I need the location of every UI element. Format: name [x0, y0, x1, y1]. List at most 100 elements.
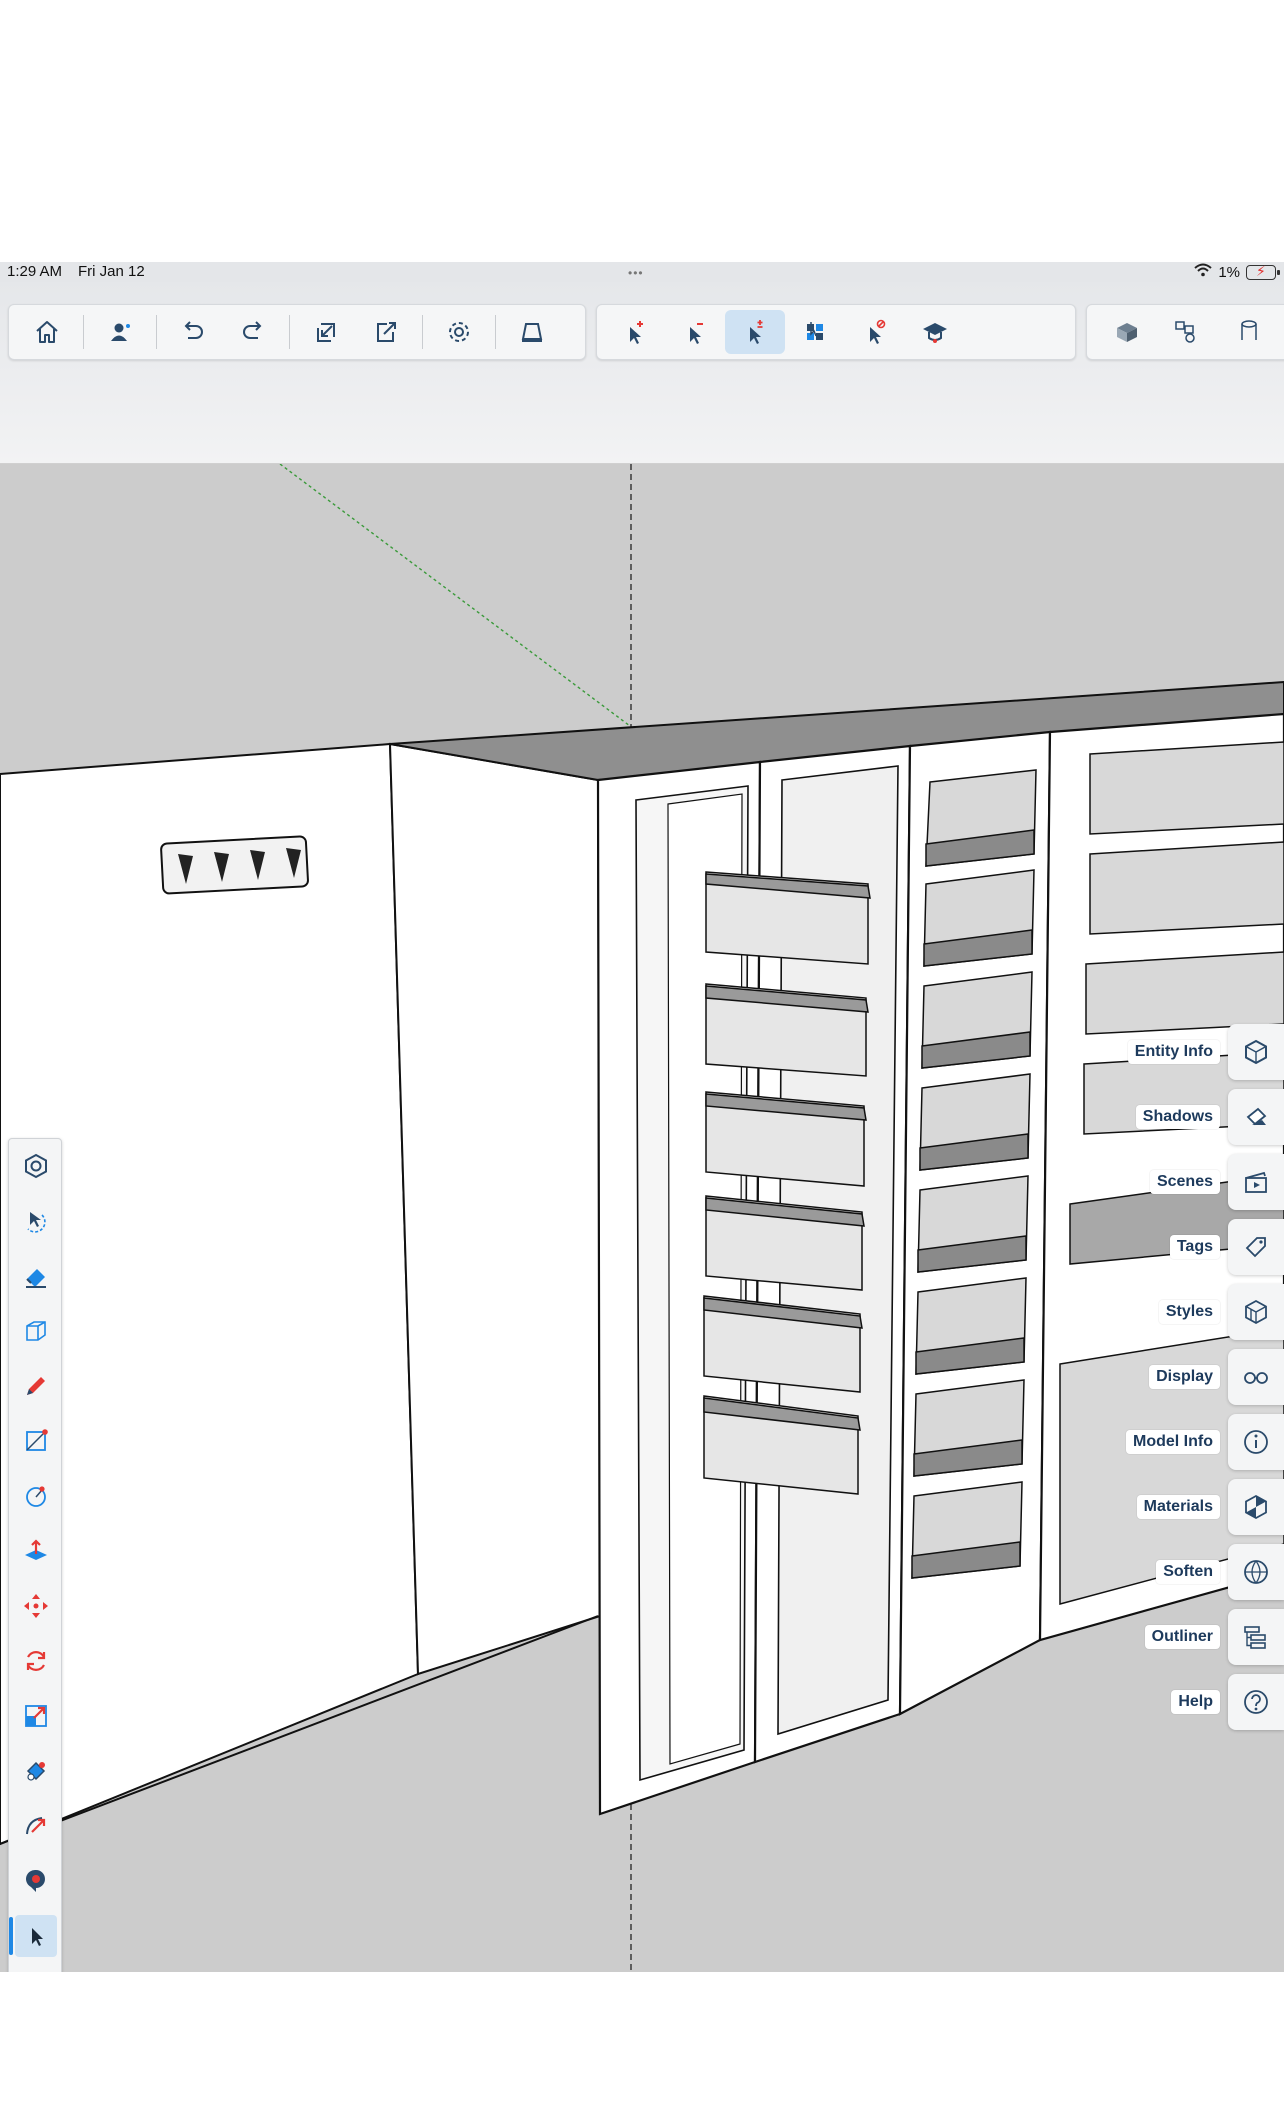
app-window: 1:29 AM Fri Jan 12 ••• 1% ⚡ Entity Info … [0, 262, 1284, 1972]
undo-icon [184, 321, 203, 339]
model-info-icon [1228, 1414, 1284, 1470]
components-button[interactable] [1157, 310, 1217, 354]
soften-icon [1228, 1544, 1284, 1600]
select-all-button[interactable] [785, 310, 845, 354]
ar-button[interactable] [502, 310, 562, 354]
select-toggle-button[interactable] [725, 310, 785, 354]
panel-label: Shadows [1135, 1105, 1220, 1129]
select-none-button[interactable] [845, 310, 905, 354]
panel-materials[interactable]: Materials [1136, 1479, 1284, 1535]
view-toolbar [1086, 304, 1284, 360]
divider [422, 315, 423, 349]
cylinder-button[interactable] [1217, 310, 1277, 354]
select-tool[interactable] [9, 1915, 57, 1957]
home-button[interactable] [17, 310, 77, 354]
scenes-icon [1228, 1154, 1284, 1210]
circle-tool[interactable] [15, 1475, 57, 1517]
panel-soften[interactable]: Soften [1156, 1544, 1284, 1600]
redo-icon [243, 321, 262, 339]
selection-toolbar [596, 304, 1076, 360]
eraser-tool[interactable] [15, 1255, 57, 1297]
panel-scenes[interactable]: Scenes [1149, 1154, 1284, 1210]
select-all-icon [807, 322, 823, 340]
divider [289, 315, 290, 349]
battery-icon: ⚡ [1246, 263, 1280, 280]
follow-me-tool[interactable] [15, 1805, 57, 1847]
panel-label: Soften [1156, 1560, 1220, 1584]
push-pull-icon [25, 1539, 47, 1560]
learn-icon [923, 323, 947, 343]
rectangle-icon [26, 1429, 48, 1451]
panel-label: Help [1171, 1690, 1220, 1714]
help-icon [1228, 1674, 1284, 1730]
divider [83, 315, 84, 349]
tags-icon [1228, 1219, 1284, 1275]
rotate-tool[interactable] [15, 1640, 57, 1682]
status-time: 1:29 AM [7, 263, 63, 280]
orbit-view-tool[interactable] [15, 1145, 57, 1187]
import-icon [317, 323, 335, 342]
box-tool[interactable] [15, 1310, 57, 1352]
circle-icon [26, 1486, 46, 1507]
divider [495, 315, 496, 349]
select-subtract-icon [690, 323, 703, 344]
panel-display[interactable]: Display [1149, 1349, 1284, 1405]
scale-icon [25, 1705, 47, 1727]
panel-styles[interactable]: Styles [1158, 1284, 1284, 1340]
panel-tags[interactable]: Tags [1169, 1219, 1284, 1275]
more-tools-button[interactable]: ··· [15, 1970, 57, 1972]
settings-button[interactable] [429, 310, 489, 354]
select-lasso-icon [27, 1212, 46, 1233]
wifi-icon [1194, 263, 1212, 281]
pencil-tool[interactable] [15, 1365, 57, 1407]
status-right: 1% ⚡ [1194, 263, 1280, 281]
follow-me-icon [26, 1817, 46, 1835]
account-button[interactable] [90, 310, 150, 354]
panel-label: Outliner [1144, 1625, 1220, 1649]
status-date: Fri Jan 12 [78, 263, 145, 280]
panel-label: Styles [1158, 1300, 1220, 1324]
view-box-button[interactable] [1097, 310, 1157, 354]
export-button[interactable] [356, 310, 416, 354]
panel-shadows[interactable]: Shadows [1135, 1089, 1284, 1145]
panel-tray: Entity Info Shadows Scenes Tags Styles D… [1084, 464, 1284, 1972]
redo-button[interactable] [223, 310, 283, 354]
shadows-icon [1228, 1089, 1284, 1145]
rectangle-tool[interactable] [15, 1420, 57, 1462]
import-button[interactable] [296, 310, 356, 354]
learn-button[interactable] [905, 310, 965, 354]
panel-label: Scenes [1149, 1170, 1220, 1194]
panel-help[interactable]: Help [1171, 1674, 1284, 1730]
main-toolbar [8, 304, 586, 360]
multitasking-grabber[interactable]: ••• [628, 266, 644, 280]
view-box-icon [1117, 323, 1137, 342]
ar-icon [521, 323, 543, 342]
panel-outliner[interactable]: Outliner [1144, 1609, 1284, 1665]
select-lasso-tool[interactable] [15, 1200, 57, 1242]
tape-measure-tool[interactable] [15, 1860, 57, 1902]
orbit-view-icon [25, 1153, 47, 1179]
model-viewport[interactable]: ··· Entity Info Shadows Scenes Tags St [0, 464, 1284, 1972]
push-pull-tool[interactable] [15, 1530, 57, 1572]
battery-percent: 1% [1218, 263, 1240, 281]
panel-label: Materials [1136, 1495, 1220, 1519]
select-subtract-button[interactable] [665, 310, 725, 354]
panel-model-info[interactable]: Model Info [1126, 1414, 1284, 1470]
move-icon [24, 1594, 48, 1618]
select-add-button[interactable] [605, 310, 665, 354]
toolbar-area [0, 282, 1284, 464]
scale-tool[interactable] [15, 1695, 57, 1737]
select-toggle-icon [750, 320, 763, 344]
select-none-icon [870, 319, 886, 344]
styles-icon [1228, 1284, 1284, 1340]
paint-bucket-tool[interactable] [15, 1750, 57, 1792]
panel-entity-info[interactable]: Entity Info [1127, 1024, 1284, 1080]
box-solid-icon [26, 1321, 46, 1341]
materials-icon [1228, 1479, 1284, 1535]
pencil-icon [27, 1377, 45, 1395]
move-tool[interactable] [15, 1585, 57, 1627]
paint-bucket-icon [26, 1761, 46, 1781]
panel-label: Model Info [1126, 1430, 1220, 1454]
display-icon [1228, 1349, 1284, 1405]
undo-button[interactable] [163, 310, 223, 354]
